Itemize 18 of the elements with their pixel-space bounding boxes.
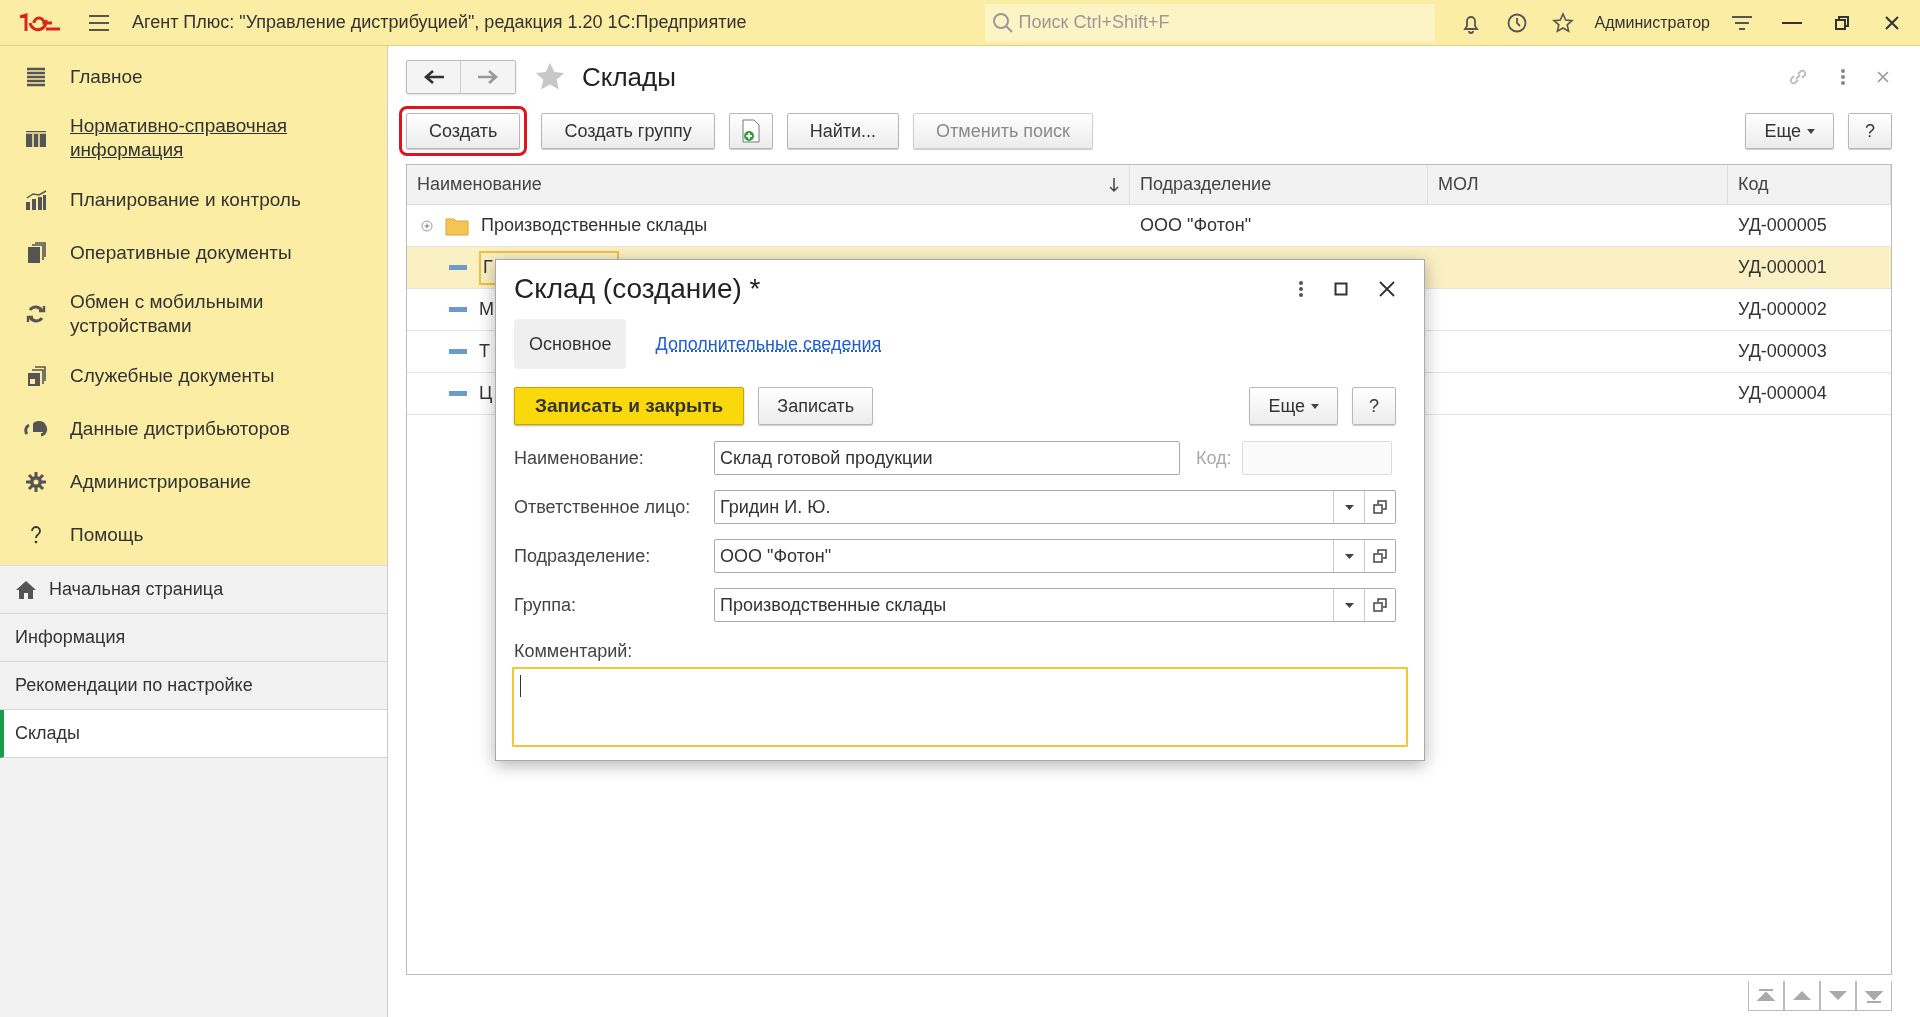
table-cell-text: Производственные склады: [481, 214, 708, 237]
table-cell-text: УД-000003: [1738, 340, 1827, 363]
table-cell-text: Т: [479, 340, 490, 363]
field-label: Комментарий:: [514, 640, 634, 663]
table-cell-text: М: [479, 298, 494, 321]
table-cell-text: УД-000005: [1738, 214, 1827, 237]
field-label: Группа:: [514, 593, 578, 617]
field-label: Ответственное лицо:: [514, 495, 692, 519]
table-cell-text: УД-000002: [1738, 298, 1827, 321]
form-title: Склады: [582, 60, 676, 94]
field-label: Подразделение:: [514, 544, 652, 568]
table-cell-text: УД-000001: [1738, 256, 1827, 279]
table-cell-text: Ц: [479, 382, 493, 405]
field-label: Наименование:: [514, 446, 645, 470]
table-cell-text: УД-000004: [1738, 382, 1827, 405]
table-cell-text: ООО "Фотон": [1140, 214, 1252, 237]
field-label: Код:: [1196, 446, 1232, 470]
window-title: Агент Плюс: "Управление дистрибуцией", редакция 1.20 1С:Предприятие: [132, 11, 747, 34]
